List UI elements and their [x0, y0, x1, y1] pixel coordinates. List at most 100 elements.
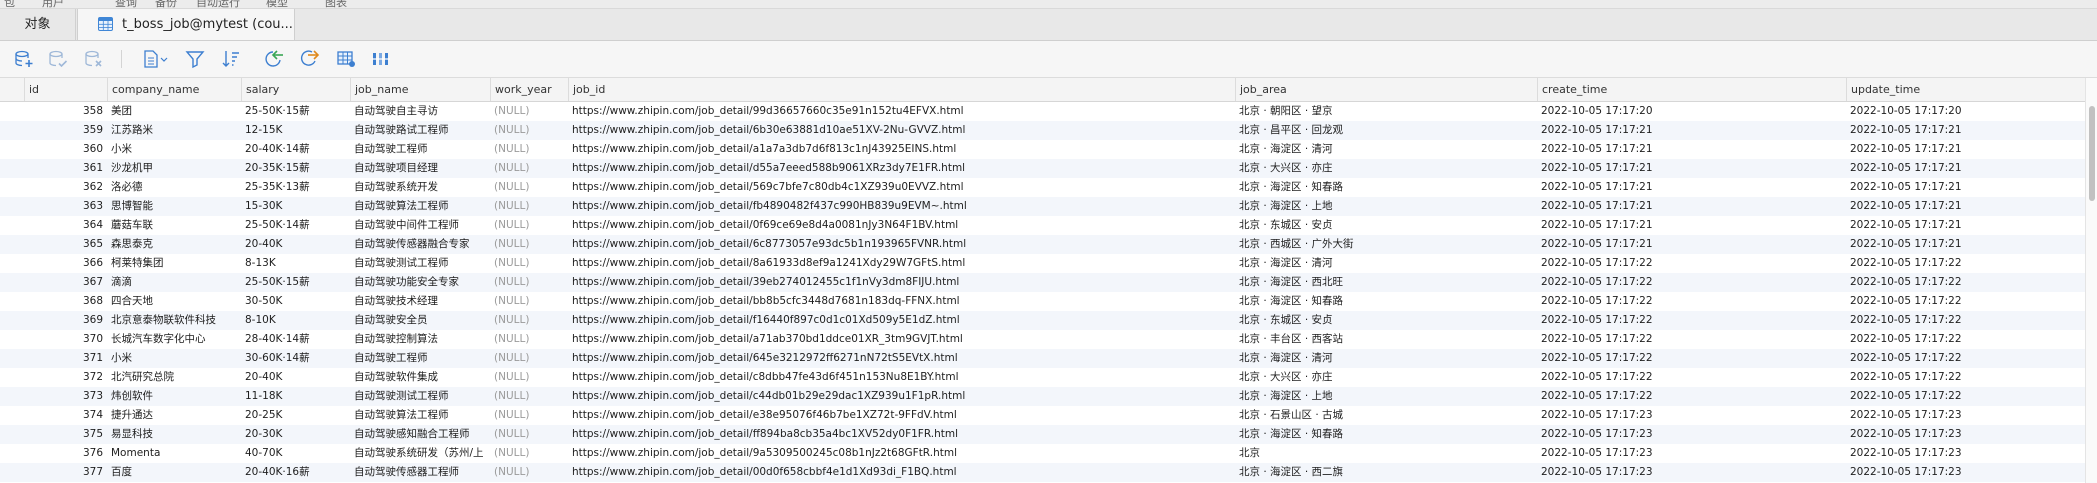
cell-company-name[interactable]: 炜创软件 [107, 387, 241, 406]
menu-item[interactable]: 自动运行 [196, 0, 240, 8]
row-selector[interactable] [0, 368, 20, 387]
cell-create-time[interactable]: 2022-10-05 17:17:21 [1537, 178, 1846, 197]
cell-update-time[interactable]: 2022-10-05 17:17:21 [1846, 216, 2085, 235]
cell-job-id[interactable]: https://www.zhipin.com/job_detail/bb8b5c… [568, 292, 1235, 311]
row-selector[interactable] [0, 235, 20, 254]
cell-id[interactable]: 363 [24, 197, 107, 216]
menu-item[interactable]: 用户 [42, 0, 64, 8]
cell-company-name[interactable]: 北京意泰物联软件科技 [107, 311, 241, 330]
cell-company-name[interactable]: 美团 [107, 102, 241, 121]
column-header-salary[interactable]: salary [241, 78, 350, 101]
cell-work-year[interactable]: (NULL) [490, 444, 568, 463]
column-header-company-name[interactable]: company_name [107, 78, 241, 101]
cell-job-id[interactable]: https://www.zhipin.com/job_detail/c8dbb4… [568, 368, 1235, 387]
column-header-update-time[interactable]: update_time [1846, 78, 2085, 101]
cell-salary[interactable]: 30-50K [241, 292, 350, 311]
cell-company-name[interactable]: 百度 [107, 463, 241, 482]
row-selector[interactable] [0, 425, 20, 444]
cell-job-id[interactable]: https://www.zhipin.com/job_detail/d55a7e… [568, 159, 1235, 178]
cell-job-id[interactable]: https://www.zhipin.com/job_detail/6b30e6… [568, 121, 1235, 140]
cell-create-time[interactable]: 2022-10-05 17:17:22 [1537, 330, 1846, 349]
cell-salary[interactable]: 28-40K·14薪 [241, 330, 350, 349]
cell-update-time[interactable]: 2022-10-05 17:17:22 [1846, 368, 2085, 387]
table-row[interactable]: 371 小米 30-60K·14薪 自动驾驶工程师 (NULL) https://www.… [0, 349, 2085, 368]
cell-job-id[interactable]: https://www.zhipin.com/job_detail/fb4890… [568, 197, 1235, 216]
cell-job-area[interactable]: 北京 · 东城区 · 安贞 [1235, 311, 1537, 330]
row-selector[interactable] [0, 292, 20, 311]
cell-id[interactable]: 361 [24, 159, 107, 178]
menu-item[interactable]: 模型 [266, 0, 288, 8]
cell-id[interactable]: 369 [24, 311, 107, 330]
cell-company-name[interactable]: Momenta [107, 444, 241, 463]
cell-create-time[interactable]: 2022-10-05 17:17:23 [1537, 425, 1846, 444]
row-selector[interactable] [0, 330, 20, 349]
table-row[interactable]: 366 柯莱特集团 8-13K 自动驾驶测试工程师 (NULL) https://www.… [0, 254, 2085, 273]
table-row[interactable]: 373 炜创软件 11-18K 自动驾驶测试工程师 (NULL) https://www.… [0, 387, 2085, 406]
cell-company-name[interactable]: 四合天地 [107, 292, 241, 311]
table-row[interactable]: 365 森思泰克 20-40K 自动驾驶传感器融合专家 (NULL) https://ww… [0, 235, 2085, 254]
cell-create-time[interactable]: 2022-10-05 17:17:22 [1537, 254, 1846, 273]
cell-create-time[interactable]: 2022-10-05 17:17:21 [1537, 140, 1846, 159]
table-row[interactable]: 359 江苏路米 12-15K 自动驾驶路试工程师 (NULL) https://www.… [0, 121, 2085, 140]
cell-work-year[interactable]: (NULL) [490, 178, 568, 197]
cell-company-name[interactable]: 蘑菇车联 [107, 216, 241, 235]
cell-job-area[interactable]: 北京 · 昌平区 · 回龙观 [1235, 121, 1537, 140]
cell-id[interactable]: 362 [24, 178, 107, 197]
row-selector[interactable] [0, 102, 20, 121]
row-selector[interactable] [0, 140, 20, 159]
add-record-icon[interactable] [14, 49, 34, 69]
cell-job-id[interactable]: https://www.zhipin.com/job_detail/645e32… [568, 349, 1235, 368]
row-selector[interactable] [0, 254, 20, 273]
cell-create-time[interactable]: 2022-10-05 17:17:21 [1537, 121, 1846, 140]
cell-id[interactable]: 372 [24, 368, 107, 387]
cell-create-time[interactable]: 2022-10-05 17:17:22 [1537, 368, 1846, 387]
export-icon[interactable] [300, 49, 320, 69]
cell-job-area[interactable]: 北京 · 海淀区 · 西北旺 [1235, 273, 1537, 292]
cell-job-name[interactable]: 自动驾驶传感器工程师 [350, 463, 490, 482]
cell-job-name[interactable]: 自动驾驶项目经理 [350, 159, 490, 178]
cell-salary[interactable]: 25-35K·13薪 [241, 178, 350, 197]
cell-create-time[interactable]: 2022-10-05 17:17:23 [1537, 444, 1846, 463]
cell-work-year[interactable]: (NULL) [490, 292, 568, 311]
cell-job-name[interactable]: 自动驾驶工程师 [350, 349, 490, 368]
cell-create-time[interactable]: 2022-10-05 17:17:23 [1537, 406, 1846, 425]
cell-company-name[interactable]: 思博智能 [107, 197, 241, 216]
cell-salary[interactable]: 8-10K [241, 311, 350, 330]
row-selector[interactable] [0, 444, 20, 463]
tab-objects[interactable]: 对象 [0, 9, 76, 40]
cell-job-name[interactable]: 自动驾驶测试工程师 [350, 254, 490, 273]
cell-id[interactable]: 360 [24, 140, 107, 159]
table-row[interactable]: 368 四合天地 30-50K 自动驾驶技术经理 (NULL) https://www.z… [0, 292, 2085, 311]
cell-create-time[interactable]: 2022-10-05 17:17:22 [1537, 311, 1846, 330]
cell-job-area[interactable]: 北京 · 大兴区 · 亦庄 [1235, 368, 1537, 387]
apply-changes-icon[interactable] [48, 49, 68, 69]
cell-company-name[interactable]: 北汽研究总院 [107, 368, 241, 387]
column-header-work-year[interactable]: work_year [490, 78, 568, 101]
cell-salary[interactable]: 20-40K·14薪 [241, 140, 350, 159]
table-row[interactable]: 363 思博智能 15-30K 自动驾驶算法工程师 (NULL) https://www.… [0, 197, 2085, 216]
cell-company-name[interactable]: 滴滴 [107, 273, 241, 292]
cell-update-time[interactable]: 2022-10-05 17:17:21 [1846, 159, 2085, 178]
cell-salary[interactable]: 15-30K [241, 197, 350, 216]
cell-work-year[interactable]: (NULL) [490, 387, 568, 406]
row-selector[interactable] [0, 197, 20, 216]
table-row[interactable]: 361 沙龙机甲 20-35K·15薪 自动驾驶项目经理 (NULL) https://w… [0, 159, 2085, 178]
row-selector[interactable] [0, 216, 20, 235]
cell-job-id[interactable]: https://www.zhipin.com/job_detail/6c8773… [568, 235, 1235, 254]
cell-salary[interactable]: 12-15K [241, 121, 350, 140]
cell-job-id[interactable]: https://www.zhipin.com/job_detail/a1a7a3… [568, 140, 1235, 159]
cell-company-name[interactable]: 沙龙机甲 [107, 159, 241, 178]
cell-job-area[interactable]: 北京 · 海淀区 · 清河 [1235, 254, 1537, 273]
cell-company-name[interactable]: 洛必德 [107, 178, 241, 197]
cell-job-area[interactable]: 北京 [1235, 444, 1537, 463]
cell-id[interactable]: 366 [24, 254, 107, 273]
sort-icon[interactable] [221, 49, 241, 69]
cell-job-name[interactable]: 自动驾驶系统开发 [350, 178, 490, 197]
cell-company-name[interactable]: 森思泰克 [107, 235, 241, 254]
cell-update-time[interactable]: 2022-10-05 17:17:22 [1846, 273, 2085, 292]
cell-job-id[interactable]: https://www.zhipin.com/job_detail/f16440… [568, 311, 1235, 330]
cell-salary[interactable]: 25-50K·15薪 [241, 102, 350, 121]
cell-job-id[interactable]: https://www.zhipin.com/job_detail/8a6193… [568, 254, 1235, 273]
table-row[interactable]: 367 滴滴 25-50K·15薪 自动驾驶功能安全专家 (NULL) https://w… [0, 273, 2085, 292]
cell-update-time[interactable]: 2022-10-05 17:17:22 [1846, 292, 2085, 311]
